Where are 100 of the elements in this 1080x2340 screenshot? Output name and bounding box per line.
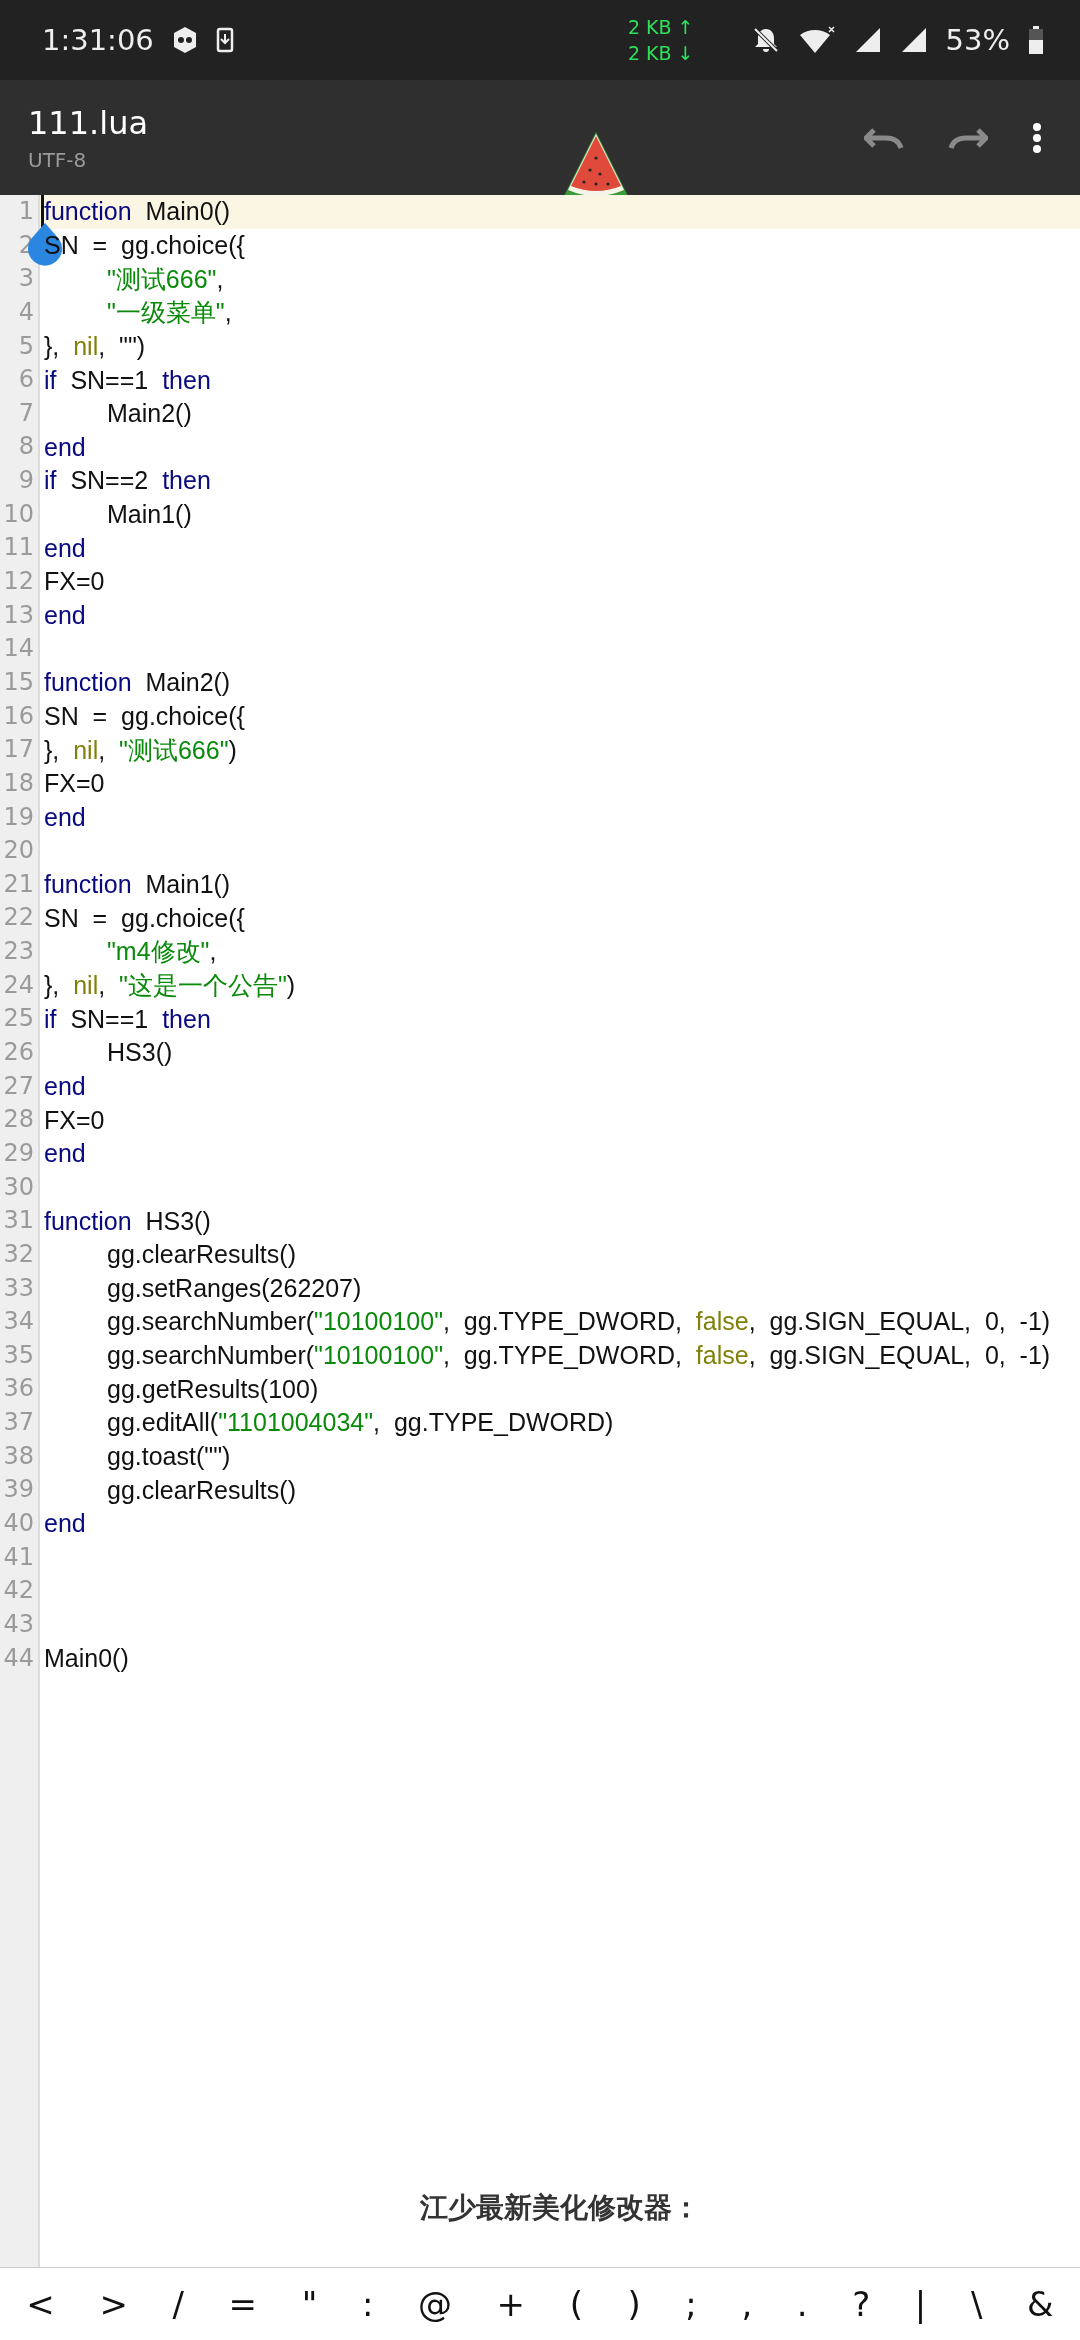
- code-line: end: [44, 802, 86, 832]
- code-line: Main2(): [107, 399, 192, 429]
- symbol-key[interactable]: :: [351, 2280, 384, 2328]
- line-number: 37: [2, 1407, 35, 1439]
- line-number: 44: [2, 1642, 35, 1674]
- code-line: FX=0: [44, 1105, 105, 1135]
- symbol-key[interactable]: \: [960, 2280, 993, 2328]
- code-line: gg.editAll("1101004034", gg.TYPE_DWORD): [107, 1408, 614, 1438]
- line-number: 18: [2, 767, 35, 799]
- line-number: 40: [2, 1508, 35, 1539]
- line-number: 42: [2, 1575, 35, 1607]
- code-line: gg.clearResults(): [107, 1475, 296, 1505]
- code-line: if SN==2 then: [44, 466, 211, 496]
- clock: 1:31:06: [42, 23, 154, 57]
- code-line: end: [44, 1509, 86, 1539]
- line-number: 4: [17, 296, 35, 328]
- line-number: 28: [2, 1104, 35, 1136]
- code-line: end: [44, 432, 86, 462]
- download-icon: [215, 27, 234, 53]
- symbol-key[interactable]: ,: [731, 2280, 763, 2328]
- code-line: end: [44, 601, 86, 630]
- code-line: function Main2(): [44, 668, 231, 698]
- symbol-key[interactable]: <: [16, 2280, 65, 2328]
- line-number: 3: [17, 263, 35, 295]
- text-cursor: [41, 195, 44, 229]
- line-number: 29: [2, 1137, 35, 1169]
- code-line: }, nil, "测试666"): [44, 734, 237, 766]
- line-number: 13: [2, 599, 35, 631]
- line-number: 25: [2, 1003, 35, 1035]
- line-number: 35: [2, 1339, 35, 1371]
- line-number: 12: [2, 566, 35, 598]
- code-line: "m4修改",: [107, 936, 217, 968]
- line-number: 24: [2, 969, 35, 1001]
- code-line: gg.clearResults(): [107, 1240, 296, 1270]
- line-number: 38: [2, 1440, 35, 1472]
- code-line: function HS3(): [44, 1206, 211, 1236]
- line-number: 32: [2, 1238, 35, 1270]
- line-number: 8: [17, 431, 35, 463]
- code-line: "测试666",: [107, 263, 224, 295]
- line-number: 34: [2, 1306, 35, 1338]
- line-number: 19: [2, 801, 35, 833]
- line-number: 41: [2, 1541, 35, 1573]
- line-number: 11: [2, 532, 35, 564]
- download-speed: 2 KB ↓: [627, 41, 694, 66]
- symbol-key[interactable]: >: [89, 2280, 138, 2328]
- symbol-key[interactable]: +: [486, 2280, 536, 2328]
- line-number: 30: [2, 1171, 35, 1203]
- code-line: if SN==1 then: [44, 365, 211, 395]
- code-line: HS3(): [107, 1038, 173, 1068]
- line-number: 36: [2, 1373, 35, 1405]
- symbol-key[interactable]: =: [218, 2280, 268, 2328]
- line-number: 1: [17, 196, 35, 227]
- symbol-key[interactable]: (: [559, 2280, 593, 2328]
- line-number: 20: [2, 835, 35, 867]
- battery-percent: 53%: [945, 23, 1010, 57]
- code-line: Main0(): [44, 1643, 129, 1673]
- code-line: FX=0: [44, 567, 105, 597]
- line-number: 15: [2, 666, 35, 698]
- code-line: SN = gg.choice({: [44, 701, 245, 731]
- symbol-key[interactable]: &: [1017, 2280, 1064, 2328]
- upload-speed: 2 KB ↑: [627, 15, 694, 40]
- code-line: end: [44, 1072, 86, 1101]
- line-number: 26: [2, 1037, 35, 1068]
- line-number: 27: [2, 1070, 35, 1102]
- line-number: 23: [2, 936, 35, 968]
- symbol-key[interactable]: ;: [675, 2280, 707, 2328]
- symbol-key[interactable]: @: [407, 2280, 462, 2328]
- line-number: 16: [2, 700, 35, 732]
- line-number: 39: [2, 1474, 35, 1506]
- line-number: 9: [17, 465, 35, 497]
- bell-off-icon: [751, 26, 780, 54]
- code-line: function Main1(): [44, 870, 231, 900]
- overlay-caption: 江少最新美化修改器：: [420, 2190, 700, 2226]
- more-icon: [1032, 121, 1042, 154]
- line-number: 43: [2, 1608, 35, 1640]
- line-number: 33: [2, 1272, 35, 1304]
- file-name: 111.lua: [28, 103, 149, 142]
- code-line: gg.getResults(100): [107, 1374, 319, 1404]
- encoding-label: UTF-8: [28, 147, 88, 172]
- code-line: if SN==1 then: [44, 1004, 211, 1034]
- line-number: 5: [17, 330, 35, 362]
- line-number: 21: [2, 868, 35, 900]
- line-number: 6: [17, 364, 35, 396]
- line-number: 17: [2, 734, 35, 766]
- code-line: gg.toast(""): [107, 1442, 231, 1472]
- symbol-key[interactable]: |: [904, 2280, 937, 2328]
- dice-icon: [171, 26, 198, 54]
- symbol-key[interactable]: ?: [842, 2280, 881, 2328]
- symbol-key[interactable]: ": [291, 2280, 328, 2328]
- code-line: Main1(): [107, 500, 192, 530]
- code-line: end: [44, 533, 86, 563]
- code-line: "一级菜单",: [107, 297, 232, 329]
- wifi-icon: [797, 25, 836, 55]
- symbol-key[interactable]: ): [617, 2280, 651, 2328]
- code-line: gg.setRanges(262207): [107, 1273, 362, 1303]
- symbol-key[interactable]: .: [786, 2280, 818, 2328]
- symbol-key[interactable]: /: [162, 2280, 194, 2328]
- battery-icon: [1028, 25, 1044, 55]
- code-line: gg.searchNumber("10100100", gg.TYPE_DWORD, false, gg.SIGN_EQUAL, 0, -1): [107, 1307, 1051, 1337]
- code-line: gg.searchNumber("10100100", gg.TYPE_DWORD, false, gg.SIGN_EQUAL, 0, -1): [107, 1341, 1051, 1371]
